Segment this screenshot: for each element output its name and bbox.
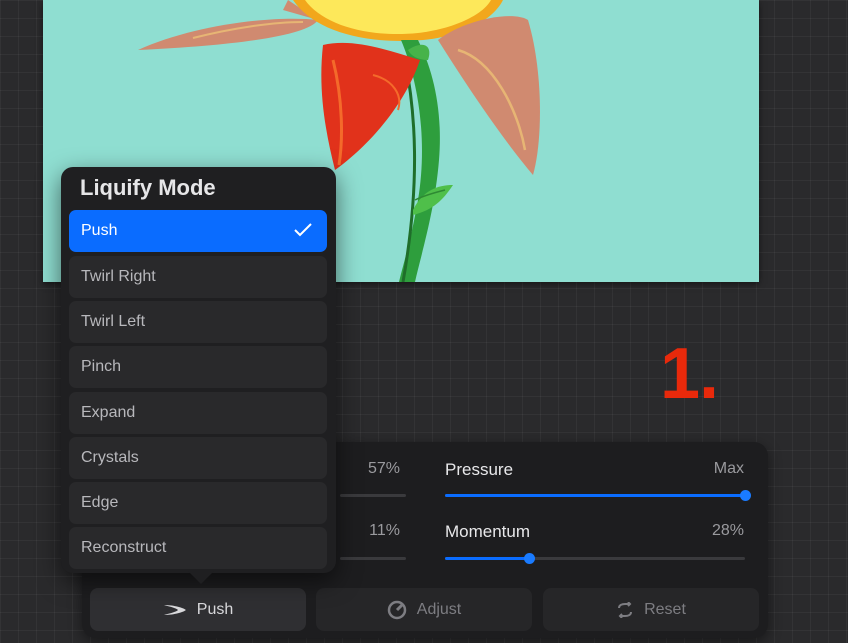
popover-title: Liquify Mode (80, 175, 216, 200)
momentum-value: 28% (711, 522, 744, 539)
push-button-label: Push (196, 600, 234, 618)
mode-item-label: Twirl Left (81, 313, 146, 330)
hidden-slider-track-1 (340, 494, 406, 497)
mode-item-label: Crystals (81, 449, 139, 466)
mode-item-pinch[interactable]: Pinch (69, 346, 327, 388)
mode-item-label: Push (81, 222, 118, 239)
mode-item-crystals[interactable]: Crystals (69, 437, 327, 479)
checkmark-icon (293, 222, 313, 243)
pressure-value: Max (713, 460, 744, 477)
mode-item-twirl-right[interactable]: Twirl Right (69, 256, 327, 298)
pressure-label: Pressure (445, 460, 514, 479)
mode-item-label: Edge (81, 494, 119, 511)
pressure-slider[interactable] (445, 490, 751, 501)
adjust-button[interactable]: Adjust (316, 588, 532, 631)
hidden-setting-value-1: 57% (367, 460, 400, 477)
mode-item-edge[interactable]: Edge (69, 482, 327, 524)
mode-item-push[interactable]: Push (69, 210, 327, 252)
reset-arrows-icon (616, 601, 634, 618)
reset-button-label: Reset (644, 600, 686, 618)
mode-item-label: Twirl Right (81, 268, 156, 285)
hidden-slider-track-2 (340, 557, 406, 560)
reset-button[interactable]: Reset (543, 588, 759, 631)
popover-arrow (188, 571, 214, 584)
push-swoosh-icon (163, 603, 187, 617)
adjust-dial-icon (387, 600, 407, 620)
pressure-slider-fill (445, 494, 745, 497)
adjust-button-label: Adjust (416, 600, 462, 618)
pressure-slider-knob[interactable] (740, 490, 751, 501)
momentum-slider-knob[interactable] (524, 553, 535, 564)
hidden-setting-value-2: 11% (369, 522, 400, 539)
mode-item-label: Pinch (81, 358, 122, 375)
mode-item-twirl-left[interactable]: Twirl Left (69, 301, 327, 343)
momentum-label: Momentum (445, 522, 531, 541)
mode-item-reconstruct[interactable]: Reconstruct (69, 527, 327, 569)
mode-item-expand[interactable]: Expand (69, 392, 327, 434)
step-annotation: 1. (660, 334, 719, 414)
momentum-slider[interactable] (445, 553, 745, 564)
momentum-slider-fill (445, 557, 529, 560)
push-mode-button[interactable]: Push (90, 588, 306, 631)
mode-item-label: Reconstruct (81, 539, 167, 556)
mode-item-label: Expand (81, 404, 136, 421)
